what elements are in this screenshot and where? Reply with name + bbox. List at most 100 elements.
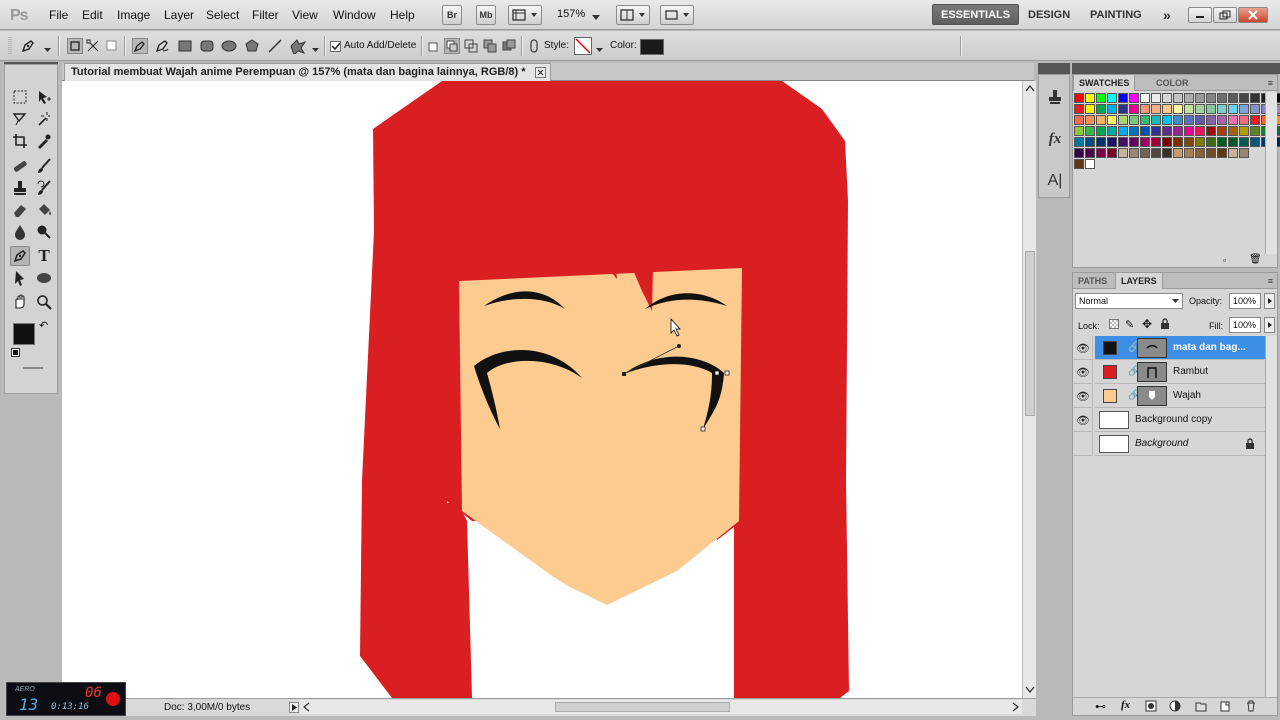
- color-swatch-chip[interactable]: [1096, 126, 1106, 136]
- color-swatch-chip[interactable]: [1206, 115, 1216, 125]
- color-swatch-chip[interactable]: [1151, 93, 1161, 103]
- menu-file[interactable]: File: [49, 8, 68, 22]
- character-panel-icon[interactable]: A|: [1045, 171, 1065, 191]
- blur-tool-icon[interactable]: [10, 222, 30, 242]
- color-swatch-chip[interactable]: [1173, 115, 1183, 125]
- color-swatch-chip[interactable]: [1085, 104, 1095, 114]
- color-swatch-chip[interactable]: [1074, 148, 1084, 158]
- healing-brush-icon[interactable]: [10, 156, 30, 176]
- color-swatch-chip[interactable]: [1195, 115, 1205, 125]
- color-swatch-chip[interactable]: [1074, 159, 1084, 169]
- path-selection-icon[interactable]: [10, 268, 30, 288]
- lock-pixels-icon[interactable]: ✎: [1125, 318, 1134, 331]
- color-swatch-chip[interactable]: [1195, 104, 1205, 114]
- color-swatch-chip[interactable]: [1074, 126, 1084, 136]
- color-swatch-chip[interactable]: [1096, 104, 1106, 114]
- combine-area-icon[interactable]: [426, 38, 442, 54]
- add-mask-icon[interactable]: [1145, 700, 1157, 715]
- freeform-pen-icon[interactable]: [154, 38, 170, 54]
- more-workspaces-icon[interactable]: »: [1155, 4, 1179, 25]
- vertical-scroll-thumb[interactable]: [1025, 251, 1035, 416]
- color-swatch-chip[interactable]: [1250, 115, 1260, 125]
- color-swatch-chip[interactable]: [1151, 115, 1161, 125]
- bridge-button[interactable]: Br: [442, 5, 462, 25]
- color-swatch-chip[interactable]: [1239, 104, 1249, 114]
- color-swatch-chip[interactable]: [1151, 126, 1161, 136]
- zoom-dropdown-icon[interactable]: [592, 12, 600, 24]
- auto-add-delete-checkbox[interactable]: [330, 41, 341, 52]
- color-swatch-chip[interactable]: [1085, 115, 1095, 125]
- rounded-rectangle-icon[interactable]: [199, 38, 215, 54]
- scroll-up-icon[interactable]: [1025, 83, 1035, 95]
- swatches-scrollbar[interactable]: [1265, 92, 1277, 254]
- close-tab-icon[interactable]: [534, 67, 546, 78]
- tab-swatches[interactable]: SWATCHES: [1073, 75, 1136, 91]
- dodge-tool-icon[interactable]: [34, 222, 54, 242]
- swap-colors-icon[interactable]: ↶: [39, 319, 48, 332]
- opacity-field[interactable]: 100%: [1229, 293, 1261, 309]
- ellipse-shape-icon[interactable]: [221, 38, 237, 54]
- workspace-painting[interactable]: PAINTING: [1082, 4, 1150, 25]
- layer-row[interactable]: 🔗 mata dan bag...: [1095, 336, 1265, 360]
- color-swatch-chip[interactable]: [1250, 137, 1260, 147]
- record-icon[interactable]: [106, 692, 120, 706]
- color-swatch-chip[interactable]: [1140, 93, 1150, 103]
- panel-menu-icon[interactable]: ≡: [1268, 78, 1273, 88]
- lasso-tool-icon[interactable]: [10, 109, 30, 129]
- color-swatch-chip[interactable]: [1162, 104, 1172, 114]
- color-swatch-chip[interactable]: [1107, 115, 1117, 125]
- color-swatch-chip[interactable]: [1184, 93, 1194, 103]
- color-swatch-chip[interactable]: [1250, 93, 1260, 103]
- color-swatch-chip[interactable]: [1217, 93, 1227, 103]
- color-swatch-chip[interactable]: [1239, 115, 1249, 125]
- color-swatch-chip[interactable]: [1140, 104, 1150, 114]
- color-swatch-chip[interactable]: [1239, 137, 1249, 147]
- menu-select[interactable]: Select: [206, 8, 239, 22]
- opacity-slider-icon[interactable]: [1264, 293, 1275, 309]
- canvas[interactable]: [62, 81, 1022, 698]
- document-tab[interactable]: Tutorial membuat Wajah anime Perempuan @…: [64, 63, 551, 81]
- color-swatch-chip[interactable]: [1129, 104, 1139, 114]
- new-layer-icon[interactable]: [1219, 700, 1231, 715]
- marquee-tool-icon[interactable]: [10, 87, 30, 107]
- dock-header[interactable]: [1038, 63, 1070, 74]
- color-swatch-chip[interactable]: [1217, 104, 1227, 114]
- menu-image[interactable]: Image: [117, 8, 150, 22]
- color-swatch-chip[interactable]: [1118, 137, 1128, 147]
- line-shape-icon[interactable]: [267, 38, 283, 54]
- lock-all-icon[interactable]: [1160, 318, 1170, 333]
- color-swatch-chip[interactable]: [1195, 126, 1205, 136]
- history-brush-icon[interactable]: [34, 178, 54, 198]
- polygon-shape-icon[interactable]: [244, 38, 260, 54]
- color-swatch-chip[interactable]: [1129, 126, 1139, 136]
- vertical-scrollbar[interactable]: [1022, 81, 1036, 698]
- workspace-essentials[interactable]: ESSENTIALS: [932, 4, 1020, 25]
- pen-tool-option-icon[interactable]: [132, 38, 148, 54]
- color-swatch-chip[interactable]: [1239, 93, 1249, 103]
- color-swatch-chip[interactable]: [1118, 104, 1128, 114]
- color-swatch-chip[interactable]: [1162, 148, 1172, 158]
- color-swatch-chip[interactable]: [1173, 148, 1183, 158]
- layer-row[interactable]: 🔗 Rambut: [1095, 360, 1265, 384]
- color-swatch-chip[interactable]: [1173, 93, 1183, 103]
- fill-pixels-icon[interactable]: [104, 38, 120, 54]
- layer-styles-icon[interactable]: fx: [1045, 129, 1065, 149]
- blend-mode-select[interactable]: Normal: [1075, 293, 1183, 309]
- color-swatch-chip[interactable]: [1140, 148, 1150, 158]
- color-swatch-chip[interactable]: [1184, 148, 1194, 158]
- rectangle-shape-icon[interactable]: [177, 38, 193, 54]
- color-swatch-chip[interactable]: [1162, 115, 1172, 125]
- color-swatch-chip[interactable]: [1206, 137, 1216, 147]
- move-tool-icon[interactable]: [34, 87, 54, 107]
- color-swatch-chip[interactable]: [1184, 126, 1194, 136]
- color-swatch-chip[interactable]: [1107, 93, 1117, 103]
- color-swatch-chip[interactable]: [1217, 148, 1227, 158]
- paths-mode-icon[interactable]: [85, 38, 101, 54]
- status-menu-icon[interactable]: [289, 702, 299, 713]
- color-swatch-chip[interactable]: [1118, 148, 1128, 158]
- color-swatch-chip[interactable]: [1228, 104, 1238, 114]
- color-swatch-chip[interactable]: [1151, 137, 1161, 147]
- color-swatch-chip[interactable]: [1217, 137, 1227, 147]
- color-swatch-chip[interactable]: [1129, 115, 1139, 125]
- ellipse-tool-icon[interactable]: [34, 268, 54, 288]
